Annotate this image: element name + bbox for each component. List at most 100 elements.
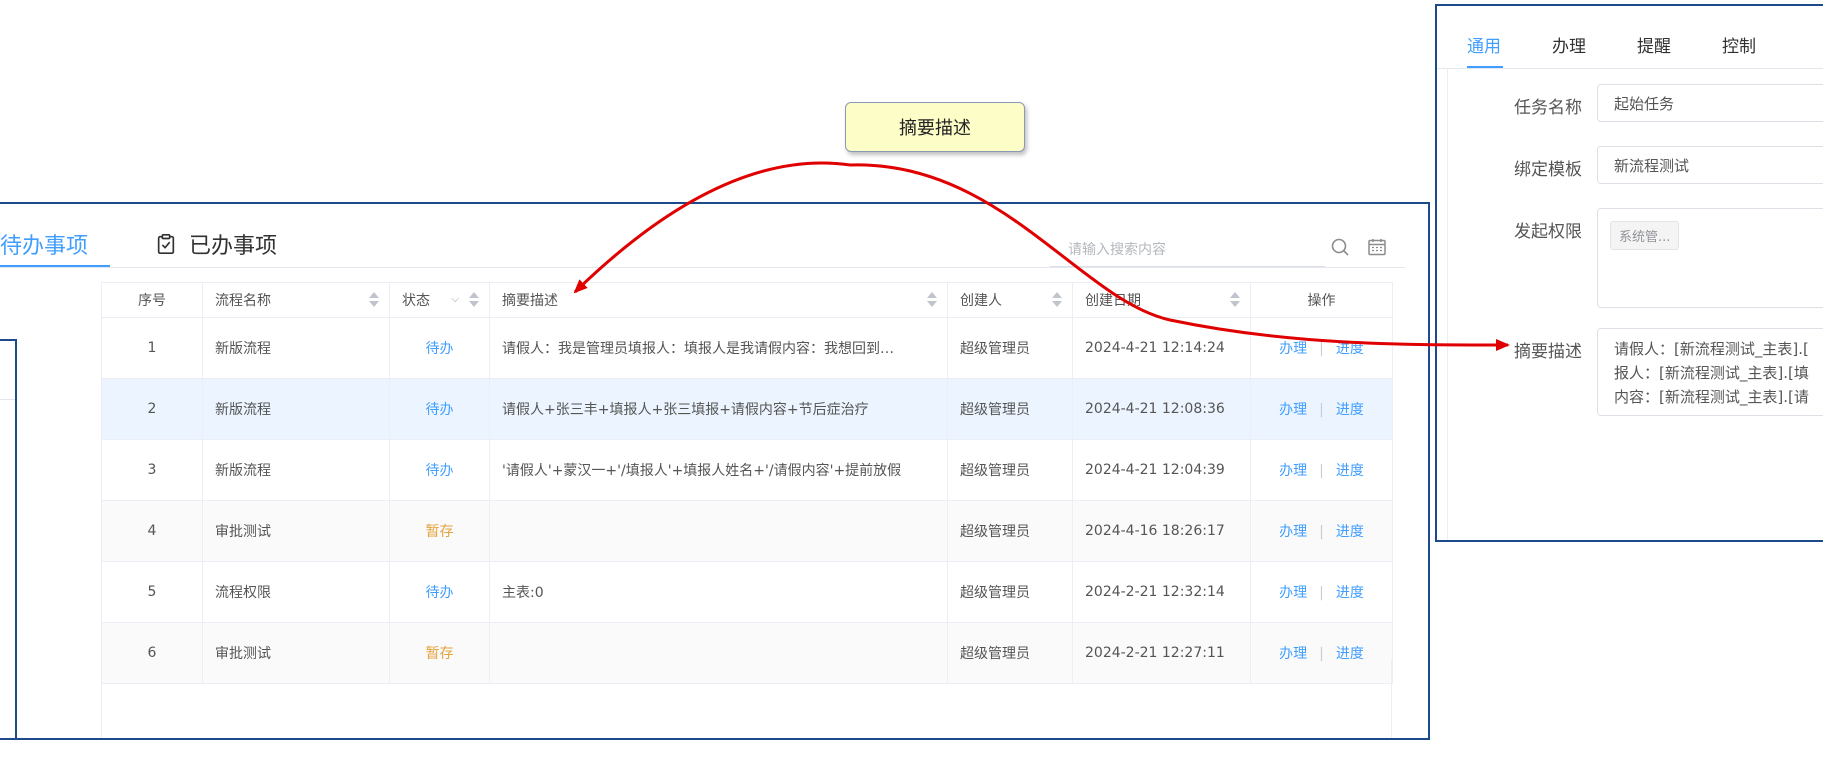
tabs-divider — [0, 267, 1405, 268]
cell-process-name: 新版流程 — [202, 317, 390, 379]
side-panel-divider — [0, 399, 15, 400]
progress-link[interactable]: 进度 — [1336, 402, 1364, 418]
callout-label: 摘要描述 — [899, 118, 971, 139]
progress-link[interactable]: 进度 — [1336, 463, 1364, 479]
sort-icon[interactable] — [369, 292, 379, 308]
tab-control[interactable]: 控制 — [1722, 32, 1756, 57]
handle-link[interactable]: 办理 — [1279, 524, 1307, 540]
summary-label: 摘要描述 — [1514, 342, 1582, 362]
tab-pending[interactable]: 待办事项 — [0, 228, 88, 260]
tab-done[interactable]: 已办事项 — [155, 228, 277, 260]
cell-creator: 超级管理员 — [947, 439, 1073, 501]
table-row[interactable]: 1 新版流程 待办 请假人：我是管理员填报人：填报人是我请假内容：我想回到… 超级管理员… — [101, 317, 1393, 379]
summary-line: 请假人：[新流程测试_主表].[ — [1614, 340, 1809, 358]
action-separator: | — [1319, 585, 1324, 601]
cell-actions: 办理 | 进度 — [1250, 500, 1393, 562]
column-header-actions: 操作 — [1250, 282, 1393, 318]
todo-panel: 待办事项 已办事项 序号 流程名称 — [0, 202, 1430, 740]
template-field[interactable]: 新流程测试 — [1597, 146, 1823, 184]
sort-icon[interactable] — [1230, 292, 1240, 308]
tab-done-label: 已办事项 — [189, 234, 278, 259]
search-icon[interactable] — [1330, 237, 1350, 257]
tab-handle[interactable]: 办理 — [1552, 32, 1586, 57]
progress-link[interactable]: 进度 — [1336, 341, 1364, 357]
handle-link[interactable]: 办理 — [1279, 585, 1307, 601]
cell-summary: 主表:0 — [489, 561, 948, 623]
summary-line: 报人：[新流程测试_主表].[填 — [1614, 364, 1809, 382]
cell-summary: 请假人+张三丰+填报人+张三填报+请假内容+节后症治疗 — [489, 378, 948, 440]
clipboard-check-icon — [157, 234, 175, 254]
column-header-creator[interactable]: 创建人 — [947, 282, 1073, 318]
cell-no: 2 — [101, 378, 203, 440]
table-header: 序号 流程名称 状态 ⌵ 摘要描述 创建人 创建日期 操作 — [101, 282, 1393, 318]
permission-tag[interactable]: 系统管... — [1610, 221, 1680, 250]
progress-link[interactable]: 进度 — [1336, 585, 1364, 601]
cell-actions: 办理 | 进度 — [1250, 378, 1393, 440]
cell-creator: 超级管理员 — [947, 561, 1073, 623]
cell-no: 5 — [101, 561, 203, 623]
cell-actions: 办理 | 进度 — [1250, 317, 1393, 379]
cell-date: 2024-2-21 12:32:14 — [1072, 561, 1251, 623]
panel-side-rule — [1437, 68, 1448, 540]
cell-process-name: 新版流程 — [202, 439, 390, 501]
action-separator: | — [1319, 402, 1324, 418]
handle-link[interactable]: 办理 — [1279, 341, 1307, 357]
column-header-summary[interactable]: 摘要描述 — [489, 282, 948, 318]
tab-pending-label: 待办事项 — [0, 234, 89, 259]
table-empty-area — [101, 660, 1392, 738]
column-header-name[interactable]: 流程名称 — [202, 282, 390, 318]
cell-summary: 请假人：我是管理员填报人：填报人是我请假内容：我想回到… — [489, 317, 948, 379]
cell-process-name: 流程权限 — [202, 561, 390, 623]
tabs-divider — [1437, 68, 1823, 69]
table-row[interactable]: 2 新版流程 待办 请假人+张三丰+填报人+张三填报+请假内容+节后症治疗 超级管理员 2… — [101, 378, 1393, 440]
summary-callout: 摘要描述 — [845, 102, 1025, 152]
table-row[interactable]: 3 新版流程 待办 '请假人'+蒙汉一+'/填报人'+填报人姓名+'/请假内容'+提前… — [101, 439, 1393, 501]
tab-remind[interactable]: 提醒 — [1637, 32, 1671, 57]
tab-general[interactable]: 通用 — [1467, 32, 1501, 57]
node-settings-panel: 通用 办理 提醒 控制 任务名称 起始任务 绑定模板 新流程测试 发起权限 系统… — [1435, 4, 1823, 542]
column-header-date[interactable]: 创建日期 — [1072, 282, 1251, 318]
progress-link[interactable]: 进度 — [1336, 524, 1364, 540]
cell-summary — [489, 500, 948, 562]
action-separator: | — [1319, 341, 1324, 357]
sort-icon[interactable] — [469, 292, 479, 308]
cell-status: 暂存 — [389, 500, 490, 562]
task-name-label: 任务名称 — [1514, 98, 1582, 118]
cell-creator: 超级管理员 — [947, 317, 1073, 379]
cell-creator: 超级管理员 — [947, 500, 1073, 562]
permission-field[interactable]: 系统管... — [1597, 208, 1823, 308]
cell-date: 2024-4-21 12:14:24 — [1072, 317, 1251, 379]
calendar-icon[interactable] — [1367, 237, 1387, 257]
cell-creator: 超级管理员 — [947, 378, 1073, 440]
column-header-status[interactable]: 状态 ⌵ — [389, 282, 490, 318]
permission-label: 发起权限 — [1514, 222, 1582, 242]
task-table: 序号 流程名称 状态 ⌵ 摘要描述 创建人 创建日期 操作 1 新版流程 待办 请假人：… — [101, 282, 1393, 684]
cell-status: 待办 — [389, 378, 490, 440]
table-row[interactable]: 4 审批测试 暂存 超级管理员 2024-4-16 18:26:17 办理 | 进度 — [101, 500, 1393, 562]
search-box — [1050, 234, 1325, 267]
cell-status: 待办 — [389, 317, 490, 379]
cell-actions: 办理 | 进度 — [1250, 439, 1393, 501]
handle-link[interactable]: 办理 — [1279, 402, 1307, 418]
handle-link[interactable]: 办理 — [1279, 463, 1307, 479]
cell-process-name: 新版流程 — [202, 378, 390, 440]
table-row[interactable]: 5 流程权限 待办 主表:0 超级管理员 2024-2-21 12:32:14 办理 | 进度 — [101, 561, 1393, 623]
task-name-field[interactable]: 起始任务 — [1597, 84, 1823, 122]
summary-line: 内容：[新流程测试_主表].[请 — [1614, 388, 1809, 406]
cell-date: 2024-4-21 12:08:36 — [1072, 378, 1251, 440]
cell-date: 2024-4-16 18:26:17 — [1072, 500, 1251, 562]
column-header-no: 序号 — [101, 282, 203, 318]
chevron-down-icon[interactable]: ⌵ — [451, 294, 459, 305]
cell-date: 2024-4-21 12:04:39 — [1072, 439, 1251, 501]
summary-field[interactable]: 请假人：[新流程测试_主表].[ 报人：[新流程测试_主表].[填 内容：[新流… — [1597, 328, 1823, 416]
template-label: 绑定模板 — [1514, 160, 1582, 180]
cell-no: 4 — [101, 500, 203, 562]
cell-summary: '请假人'+蒙汉一+'/填报人'+填报人姓名+'/请假内容'+提前放假 — [489, 439, 948, 501]
action-separator: | — [1319, 524, 1324, 540]
cell-status: 待办 — [389, 439, 490, 501]
action-separator: | — [1319, 463, 1324, 479]
sort-icon[interactable] — [1052, 292, 1062, 308]
search-input[interactable] — [1050, 234, 1300, 266]
cell-process-name: 审批测试 — [202, 500, 390, 562]
sort-icon[interactable] — [927, 292, 937, 308]
